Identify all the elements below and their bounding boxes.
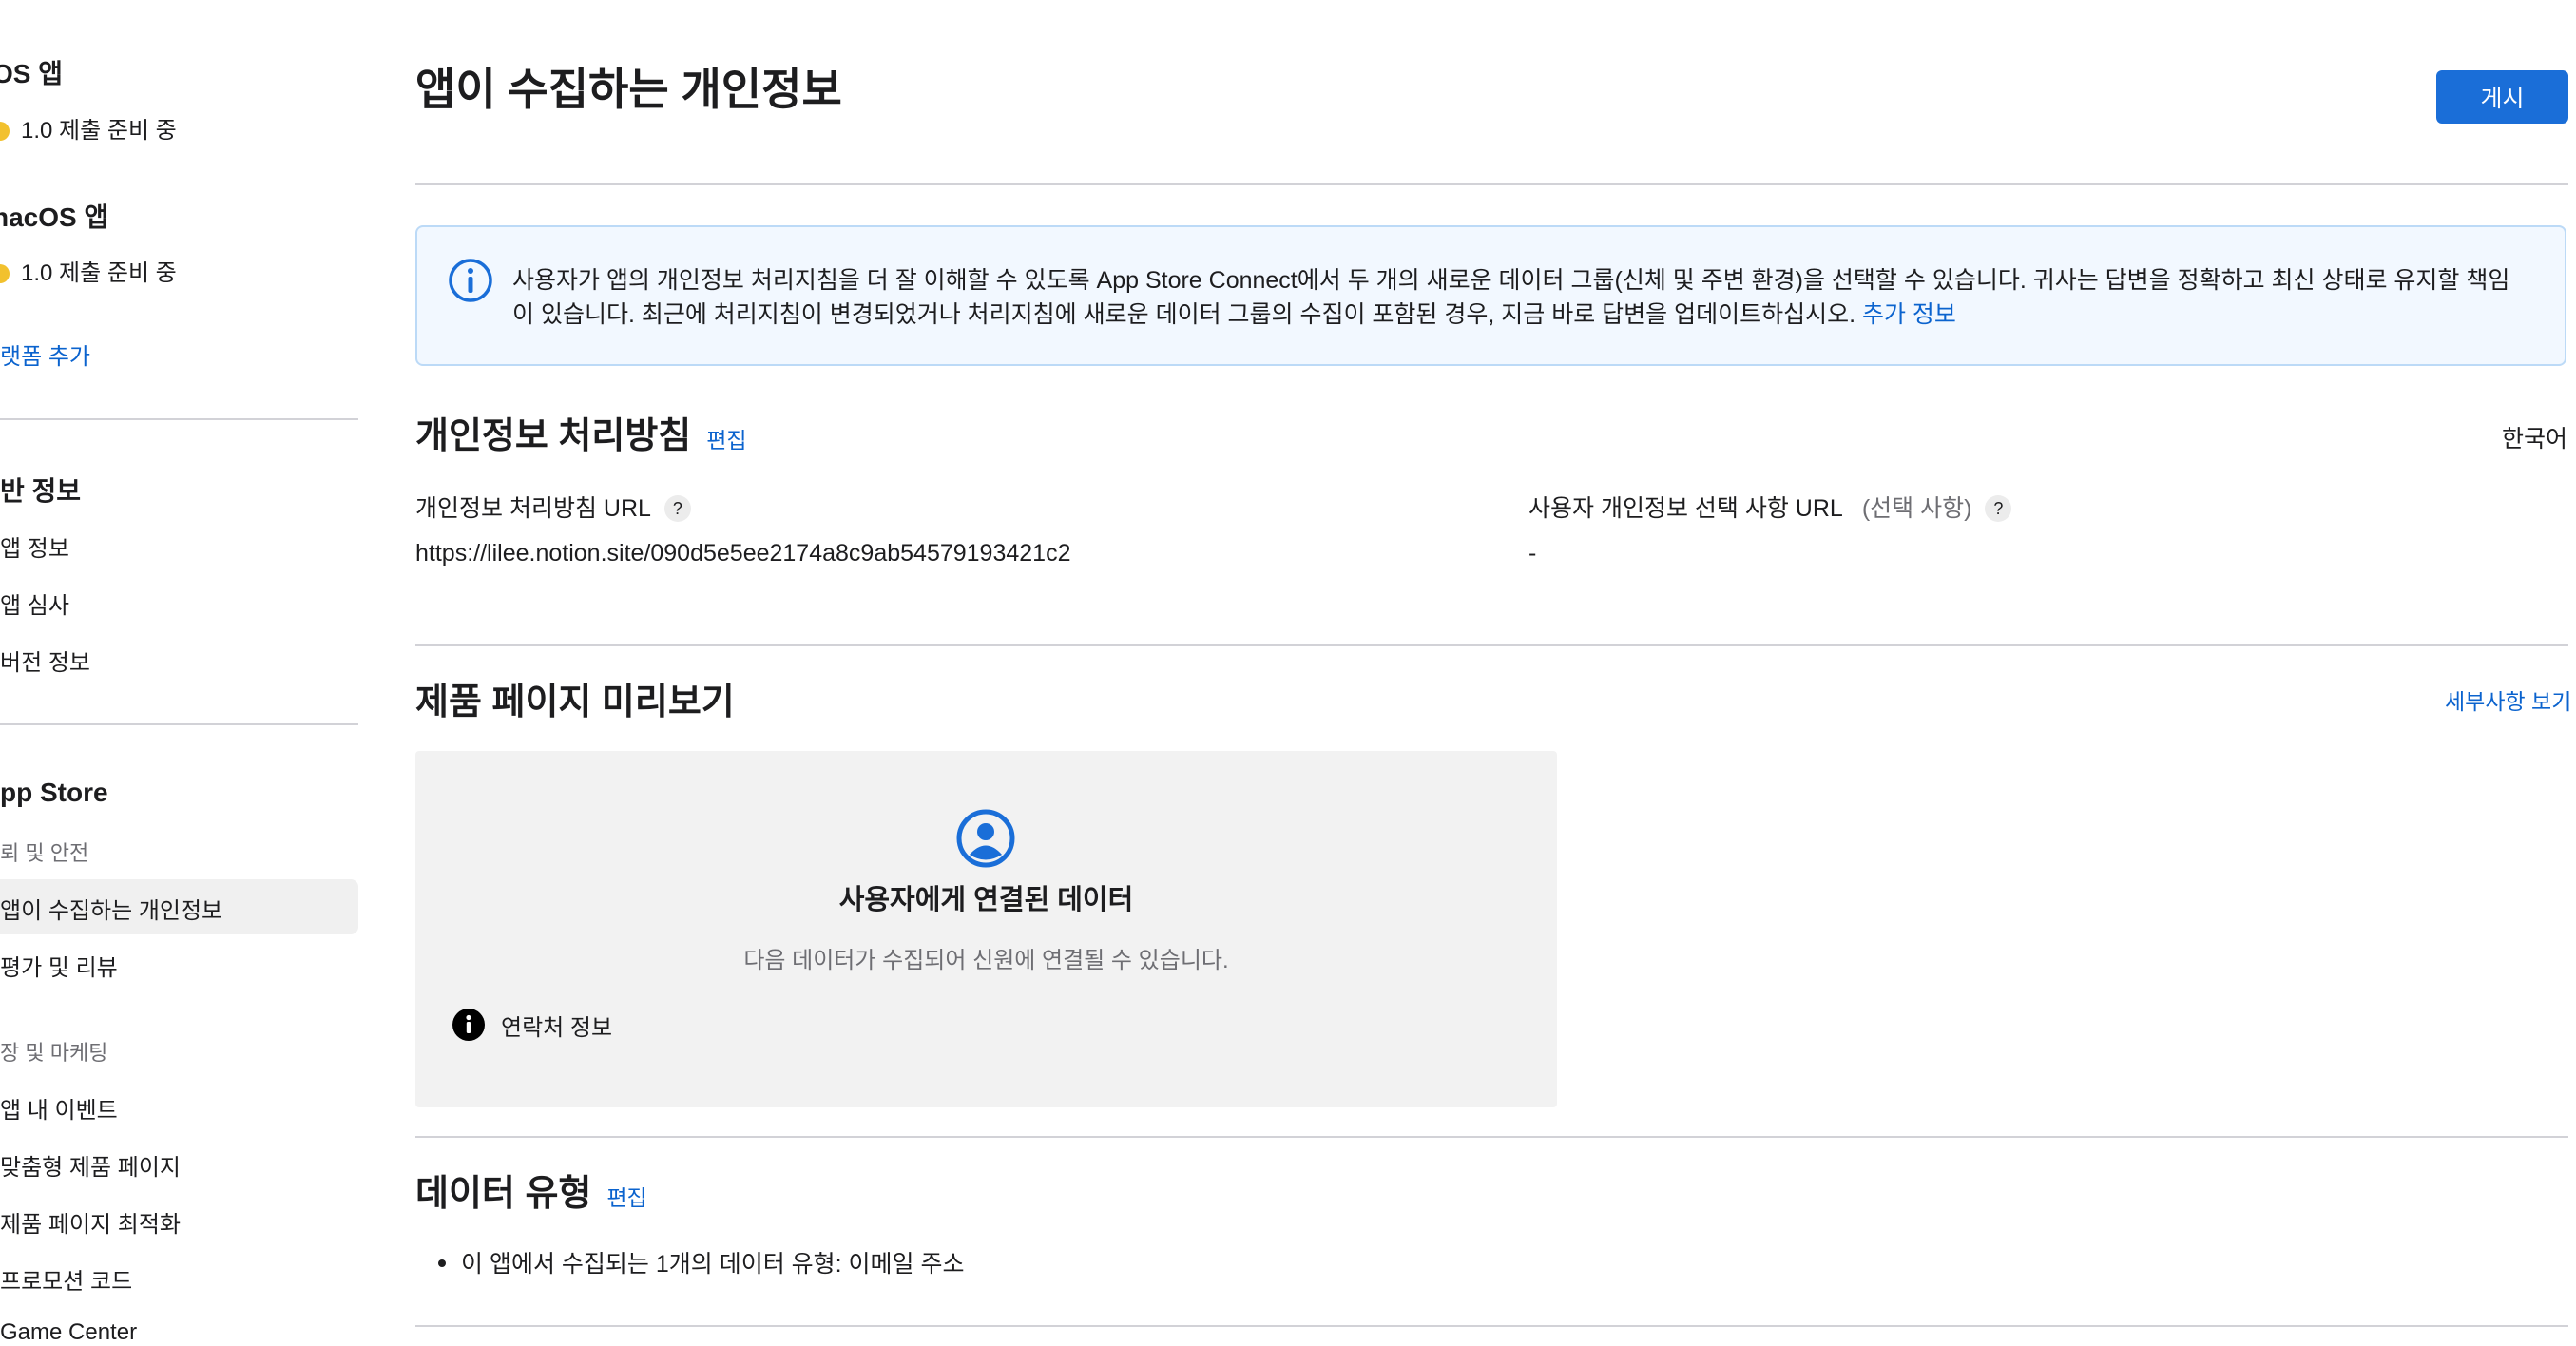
privacy-policy-header: 개인정보 처리방침 편집	[415, 406, 747, 458]
info-icon	[449, 259, 492, 302]
optional-tag: (선택 사항)	[1861, 495, 1972, 522]
notice-body: 사용자가 앱의 개인정보 처리지침을 더 잘 이해할 수 있도록 App Sto…	[512, 267, 2510, 328]
privacy-policy-heading: 개인정보 처리방침	[415, 416, 692, 456]
language-selector[interactable]: 한국어	[2502, 420, 2567, 454]
sidebar-item-promo-codes[interactable]: 프로모션 코드	[0, 1262, 132, 1296]
sidebar-divider	[0, 418, 358, 420]
publish-button[interactable]: 게시	[2436, 70, 2568, 124]
sidebar-item-label: 1.0 제출 준비 중	[21, 260, 177, 286]
data-types-list-item: 이 앱에서 수집되는 1개의 데이터 유형: 이메일 주소	[438, 1245, 964, 1279]
sidebar-subheading-trust-safety: 뢰 및 안전	[0, 841, 89, 865]
privacy-policy-url-label: 개인정보 처리방침 URL?	[415, 490, 691, 524]
sidebar-item-app-info[interactable]: 앱 정보	[0, 529, 69, 563]
section-divider	[415, 644, 2568, 646]
privacy-choices-url-value: -	[1528, 540, 1537, 567]
sidebar-item-app-privacy[interactable]: 앱이 수집하는 개인정보	[0, 892, 222, 925]
sidebar-item-ratings-reviews[interactable]: 평가 및 리뷰	[0, 949, 118, 982]
section-divider	[415, 183, 2568, 185]
field-label: 개인정보 처리방침 URL	[415, 495, 651, 522]
product-page-preview-heading: 제품 페이지 미리보기	[415, 683, 735, 722]
contact-info-icon	[452, 1009, 485, 1041]
sidebar-heading-macos: nacOS 앱	[0, 202, 109, 232]
page-title: 앱이 수집하는 개인정보	[415, 65, 842, 114]
notice-message: 사용자가 앱의 개인정보 처리지침을 더 잘 이해할 수 있도록 App Sto…	[512, 263, 2518, 332]
privacy-policy-edit-link[interactable]: 편집	[706, 428, 746, 452]
sidebar-item-custom-product-pages[interactable]: 맞춤형 제품 페이지	[0, 1148, 181, 1182]
sidebar-subheading-marketing: 장 및 마케팅	[0, 1041, 108, 1065]
sidebar-item-ios-version[interactable]: 1.0 제출 준비 중	[0, 111, 177, 144]
help-icon[interactable]: ?	[1985, 495, 2012, 522]
sidebar-item-game-center[interactable]: Game Center	[0, 1319, 137, 1346]
help-icon[interactable]: ?	[663, 495, 691, 522]
sidebar-heading-general: 반 정보	[0, 476, 82, 506]
section-divider	[415, 1325, 2568, 1327]
preview-data-item: 연락처 정보	[501, 1015, 613, 1041]
sidebar-item-product-page-optimization[interactable]: 제품 페이지 최적화	[0, 1205, 181, 1239]
more-info-link[interactable]: 추가 정보	[1862, 301, 1956, 328]
data-types-summary: 이 앱에서 수집되는 1개의 데이터 유형: 이메일 주소	[461, 1251, 965, 1278]
info-notice-banner: 사용자가 앱의 개인정보 처리지침을 더 잘 이해할 수 있도록 App Sto…	[415, 225, 2566, 366]
sidebar-divider	[0, 723, 358, 725]
privacy-policy-url-value: https://lilee.notion.site/090d5e5ee2174a…	[415, 540, 1071, 567]
sidebar-item-version-info[interactable]: 버전 정보	[0, 644, 90, 677]
sidebar-heading-ios: OS 앱	[0, 59, 63, 88]
data-types-heading: 데이터 유형	[415, 1174, 592, 1214]
user-circle-icon	[956, 809, 1015, 868]
sidebar-item-app-review[interactable]: 앱 심사	[0, 586, 69, 620]
bullet-icon	[438, 1259, 446, 1267]
section-divider	[415, 1136, 2568, 1138]
view-details-link[interactable]: 세부사항 보기	[2445, 683, 2571, 716]
field-label: 사용자 개인정보 선택 사항 URL	[1528, 495, 1842, 522]
sidebar-heading-app-store: pp Store	[0, 778, 108, 807]
privacy-label-preview-card: 사용자에게 연결된 데이터 다음 데이터가 수집되어 신원에 연결될 수 있습니…	[415, 751, 1557, 1107]
privacy-choices-url-label: 사용자 개인정보 선택 사항 URL (선택 사항)?	[1528, 490, 2012, 524]
status-dot-icon	[0, 264, 10, 283]
sidebar-item-label: 1.0 제출 준비 중	[21, 118, 177, 144]
add-platform-link[interactable]: 랫폼 추가	[0, 337, 90, 371]
status-dot-icon	[0, 122, 10, 141]
sidebar-item-macos-version[interactable]: 1.0 제출 준비 중	[0, 254, 177, 287]
preview-card-title: 사용자에게 연결된 데이터	[838, 885, 1134, 915]
sidebar-item-in-app-events[interactable]: 앱 내 이벤트	[0, 1091, 118, 1125]
preview-card-subtitle: 다음 데이터가 수집되어 신원에 연결될 수 있습니다.	[743, 948, 1229, 973]
data-types-edit-link[interactable]: 편집	[606, 1185, 646, 1210]
data-types-header: 데이터 유형 편집	[415, 1163, 647, 1216]
